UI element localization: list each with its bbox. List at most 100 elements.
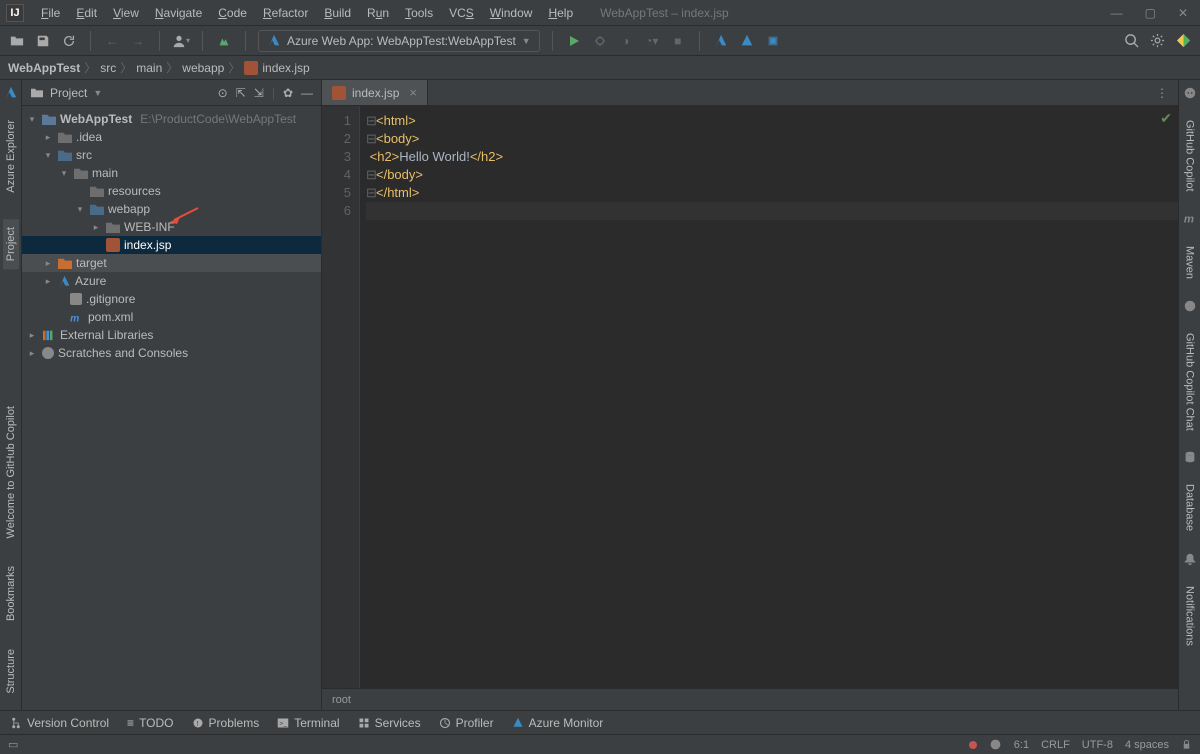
ide-logo-icon[interactable] xyxy=(1174,32,1192,50)
left-tab-copilot[interactable]: Welcome to GitHub Copilot xyxy=(3,398,19,546)
tree-index-jsp[interactable]: index.jsp xyxy=(22,236,321,254)
crumb-main[interactable]: main xyxy=(136,61,162,75)
left-tab-structure[interactable]: Structure xyxy=(3,641,19,702)
copilot-icon[interactable] xyxy=(1183,86,1197,100)
database-icon[interactable] xyxy=(1183,450,1197,464)
editor-tab-index[interactable]: index.jsp × xyxy=(322,80,428,105)
menu-view[interactable]: View xyxy=(106,3,146,23)
tree-src[interactable]: ▾src xyxy=(22,146,321,164)
coverage-icon[interactable]: ◑ xyxy=(617,32,635,50)
minimize-button[interactable]: — xyxy=(1111,6,1123,20)
right-tab-copilot[interactable]: GitHub Copilot xyxy=(1182,112,1198,200)
menu-build[interactable]: Build xyxy=(317,3,358,23)
back-icon[interactable]: ← xyxy=(103,32,121,50)
inspection-ok-icon[interactable]: ✔ xyxy=(1160,110,1172,127)
notifications-icon[interactable] xyxy=(1183,552,1197,566)
crumb-src[interactable]: src xyxy=(100,61,116,75)
menu-refactor[interactable]: Refactor xyxy=(256,3,315,23)
tree-azure[interactable]: ▸Azure xyxy=(22,272,321,290)
user-icon[interactable]: ▾ xyxy=(172,32,190,50)
tree-webinf[interactable]: ▸WEB-INF xyxy=(22,218,321,236)
tree-ext-lib[interactable]: ▸External Libraries xyxy=(22,326,321,344)
tree-target[interactable]: ▸target xyxy=(22,254,321,272)
status-indent[interactable]: 4 spaces xyxy=(1125,739,1169,751)
build-icon[interactable] xyxy=(215,32,233,50)
run-config-selector[interactable]: Azure Web App: WebAppTest:WebAppTest ▼ xyxy=(258,30,540,52)
tree-root[interactable]: ▾WebAppTestE:\ProductCode\WebAppTest xyxy=(22,110,321,128)
left-tab-project[interactable]: Project xyxy=(3,219,19,269)
menu-vcs[interactable]: VCS xyxy=(442,3,481,23)
menu-window[interactable]: Window xyxy=(483,3,540,23)
tree-idea[interactable]: ▸.idea xyxy=(22,128,321,146)
status-position[interactable]: 6:1 xyxy=(1014,739,1029,751)
forward-icon[interactable]: → xyxy=(129,32,147,50)
copilot-chat-icon[interactable] xyxy=(1183,299,1197,313)
crumb-project[interactable]: WebAppTest xyxy=(8,61,80,75)
azure-tool-3-icon[interactable] xyxy=(764,32,782,50)
project-view-dropdown[interactable]: ▼ xyxy=(93,88,102,98)
right-tab-database[interactable]: Database xyxy=(1182,476,1198,539)
azure-tool-1-icon[interactable] xyxy=(712,32,730,50)
status-line-ending[interactable]: CRLF xyxy=(1041,739,1070,751)
tool-profiler[interactable]: Profiler xyxy=(439,716,494,730)
search-icon[interactable] xyxy=(1122,32,1140,50)
hide-pane-icon[interactable]: — xyxy=(301,86,313,100)
status-lock-icon[interactable] xyxy=(1181,739,1192,750)
tool-todo[interactable]: ≡TODO xyxy=(127,716,173,730)
left-tab-azure-explorer[interactable]: Azure Explorer xyxy=(3,112,19,201)
crumb-webapp[interactable]: webapp xyxy=(182,61,224,75)
menu-edit[interactable]: Edit xyxy=(69,3,104,23)
azure-explorer-icon[interactable] xyxy=(4,86,18,100)
status-error-dot[interactable] xyxy=(969,741,977,749)
settings-icon[interactable] xyxy=(1148,32,1166,50)
pane-settings-icon[interactable]: ✿ xyxy=(283,86,293,100)
maximize-button[interactable]: ▢ xyxy=(1145,6,1156,20)
maven-strip-icon[interactable]: m xyxy=(1183,212,1197,226)
app-logo-icon[interactable]: IJ xyxy=(6,4,24,22)
run-icon[interactable] xyxy=(565,32,583,50)
stop-icon[interactable]: ■ xyxy=(669,32,687,50)
separator xyxy=(552,31,553,51)
status-encoding[interactable]: UTF-8 xyxy=(1082,739,1113,751)
close-button[interactable]: ✕ xyxy=(1178,6,1188,20)
tree-scratches[interactable]: ▸Scratches and Consoles xyxy=(22,344,321,362)
tool-terminal[interactable]: >_Terminal xyxy=(277,716,339,730)
menu-code[interactable]: Code xyxy=(211,3,254,23)
editor-breadcrumb[interactable]: root xyxy=(322,688,1178,710)
crumb-file[interactable]: index.jsp xyxy=(244,61,309,75)
menu-tools[interactable]: Tools xyxy=(398,3,440,23)
collapse-all-icon[interactable]: ⇲ xyxy=(254,86,264,100)
menu-run[interactable]: Run xyxy=(360,3,396,23)
select-opened-icon[interactable]: ⊙ xyxy=(218,86,228,100)
tree-resources[interactable]: resources xyxy=(22,182,321,200)
close-tab-icon[interactable]: × xyxy=(409,85,417,100)
editor-body[interactable]: 123456 ⊟<html> ⊟<body> <h2>Hello World!<… xyxy=(322,106,1178,688)
open-icon[interactable] xyxy=(8,32,26,50)
tree-gitignore[interactable]: .gitignore xyxy=(22,290,321,308)
editor-more-icon[interactable]: ⋮ xyxy=(1156,86,1168,100)
profile-icon[interactable]: ◔▾ xyxy=(643,32,661,50)
code-area[interactable]: ⊟<html> ⊟<body> <h2>Hello World!</h2> ⊟<… xyxy=(360,106,1178,688)
menu-help[interactable]: Help xyxy=(541,3,580,23)
tree-main[interactable]: ▾main xyxy=(22,164,321,182)
tree-webapp[interactable]: ▾webapp xyxy=(22,200,321,218)
debug-icon[interactable] xyxy=(591,32,609,50)
azure-tool-2-icon[interactable] xyxy=(738,32,756,50)
tree-pom[interactable]: mpom.xml xyxy=(22,308,321,326)
right-tab-notifications[interactable]: Notifications xyxy=(1182,578,1198,654)
copilot-status-icon[interactable] xyxy=(989,738,1002,751)
status-left-icon[interactable]: ▭ xyxy=(8,738,18,751)
sync-icon[interactable] xyxy=(60,32,78,50)
tool-version-control[interactable]: Version Control xyxy=(10,716,109,730)
expand-all-icon[interactable]: ⇱ xyxy=(236,86,246,100)
menu-file[interactable]: File xyxy=(34,3,67,23)
menu-navigate[interactable]: Navigate xyxy=(148,3,209,23)
tool-services[interactable]: Services xyxy=(358,716,421,730)
tool-azure-monitor[interactable]: Azure Monitor xyxy=(512,716,604,730)
tool-problems[interactable]: !Problems xyxy=(192,716,260,730)
left-tab-bookmarks[interactable]: Bookmarks xyxy=(3,558,19,629)
right-tab-maven[interactable]: Maven xyxy=(1182,238,1198,287)
right-tab-copilot-chat[interactable]: GitHub Copilot Chat xyxy=(1182,325,1198,439)
save-icon[interactable] xyxy=(34,32,52,50)
svg-text:>_: >_ xyxy=(279,720,287,727)
